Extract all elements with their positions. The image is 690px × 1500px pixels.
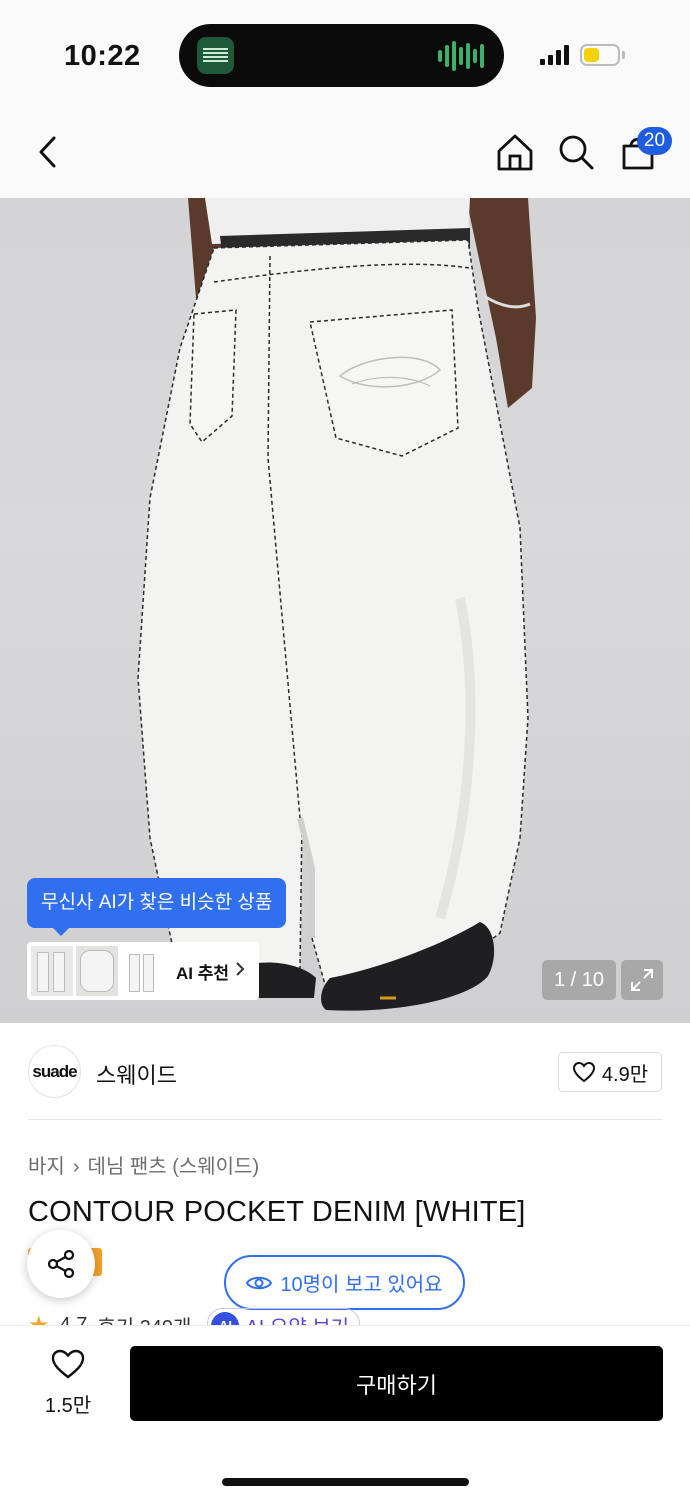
chevron-right-icon: › (72, 1156, 80, 1178)
breadcrumb-item[interactable]: 바지 (28, 1156, 65, 1178)
ai-thumbnail[interactable] (31, 946, 73, 996)
product-title: CONTOUR POCKET DENIM [WHITE] (28, 1196, 526, 1228)
home-icon (497, 134, 533, 171)
product-like-count: 1.5만 (44, 1395, 92, 1417)
breadcrumb: 바지 › 데님 팬츠 (스웨이드) (28, 1150, 259, 1179)
product-like-button[interactable]: 1.5만 (40, 1348, 96, 1418)
product-image-carousel[interactable]: 무신사 AI가 찾은 비슷한 상품 AI 추천 1 / 10 (0, 198, 690, 1023)
ai-recommend-label: AI 추천 (176, 963, 230, 983)
dynamic-island (179, 24, 504, 87)
home-button[interactable] (491, 128, 539, 176)
ai-thumbnail[interactable] (76, 946, 118, 996)
image-counter: 1 / 10 (542, 960, 616, 1000)
ai-similar-tooltip: 무신사 AI가 찾은 비슷한 상품 (27, 878, 287, 936)
home-indicator (222, 1478, 469, 1486)
divider (28, 1119, 662, 1120)
ai-badge: AI (211, 1311, 240, 1326)
status-time: 10:22 (64, 40, 141, 72)
battery-level (584, 48, 599, 62)
search-icon (559, 135, 594, 170)
buy-button[interactable]: 구매하기 (130, 1346, 663, 1421)
eye-icon (246, 1276, 273, 1289)
heart-icon (51, 1349, 85, 1379)
ai-recommend-strip[interactable]: AI 추천 (27, 942, 259, 1000)
audio-waveform-icon (438, 40, 484, 72)
expand-icon (631, 969, 653, 991)
chevron-left-icon (39, 136, 56, 168)
heart-icon (572, 1061, 595, 1083)
ai-thumbnail[interactable] (121, 946, 163, 996)
rating-row: ★ 4.7 후기 249개 AI AI 요약 보기 (28, 1308, 688, 1326)
breadcrumb-item[interactable]: 데님 팬츠 (스웨이드) (87, 1156, 259, 1178)
top-navigation-bar (0, 110, 690, 198)
ai-summary-button[interactable]: AI AI 요약 보기 (207, 1308, 361, 1326)
status-bar: 10:22 (0, 0, 690, 110)
review-count-link[interactable]: 후기 249개 (97, 1311, 191, 1326)
battery-cap (622, 51, 625, 59)
search-button[interactable] (552, 128, 600, 176)
viewers-badge: 10명이 보고 있어요 (224, 1255, 465, 1310)
brand-like-count: 4.9만 (601, 1063, 649, 1086)
now-playing-app-icon (197, 37, 234, 74)
cart-count-badge: 20 (637, 127, 672, 155)
brand-like-button[interactable]: 4.9만 (558, 1052, 662, 1092)
ai-summary-label: AI 요약 보기 (245, 1311, 349, 1326)
chevron-right-icon (235, 961, 245, 982)
brand-logo[interactable]: suade (28, 1045, 81, 1098)
share-icon (47, 1249, 75, 1279)
back-button[interactable] (24, 128, 72, 176)
brand-name[interactable]: 스웨이드 (96, 1058, 177, 1090)
viewers-text: 10명이 보고 있어요 (280, 1274, 443, 1296)
star-icon: ★ (28, 1312, 50, 1326)
share-button[interactable] (27, 1230, 95, 1298)
battery-icon (580, 44, 620, 66)
expand-image-button[interactable] (621, 960, 663, 1000)
cellular-signal-icon (540, 45, 569, 65)
